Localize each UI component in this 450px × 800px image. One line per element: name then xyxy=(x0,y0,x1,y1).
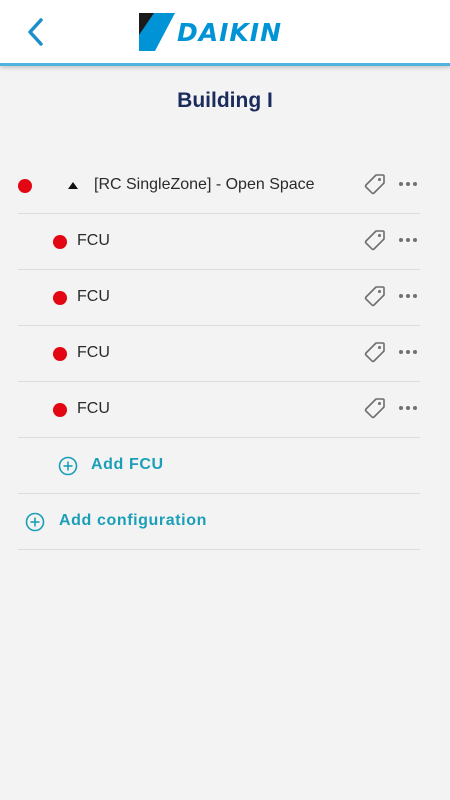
unit-label: FCU xyxy=(77,400,110,417)
tag-icon xyxy=(364,174,385,195)
more-options-button[interactable] xyxy=(398,230,418,250)
more-options-button[interactable] xyxy=(398,174,418,194)
status-dot xyxy=(53,291,67,305)
status-dot xyxy=(53,235,67,249)
more-options-button[interactable] xyxy=(398,342,418,362)
tag-button[interactable] xyxy=(364,285,386,307)
add-configuration-button[interactable]: Add configuration xyxy=(18,494,420,550)
app-header: DAIKIN xyxy=(0,0,450,66)
add-fcu-label: Add FCU xyxy=(91,456,164,473)
tag-icon xyxy=(364,230,385,251)
status-dot xyxy=(18,179,32,193)
logo-text: DAIKIN xyxy=(177,17,282,47)
more-options-button[interactable] xyxy=(398,286,418,306)
unit-label: FCU xyxy=(77,232,110,249)
dot xyxy=(399,350,403,354)
tag-button[interactable] xyxy=(364,173,386,195)
dot xyxy=(406,182,410,186)
add-configuration-label: Add configuration xyxy=(59,512,207,529)
unit-row[interactable]: FCU xyxy=(18,382,420,438)
daikin-logo: DAIKIN xyxy=(139,13,319,51)
tag-button[interactable] xyxy=(364,341,386,363)
unit-row[interactable]: FCU xyxy=(18,270,420,326)
chevron-left-icon xyxy=(28,18,43,46)
more-options-button[interactable] xyxy=(398,398,418,418)
unit-row[interactable]: FCU xyxy=(18,326,420,382)
unit-row[interactable]: FCU xyxy=(18,214,420,270)
dot xyxy=(413,350,417,354)
dot xyxy=(399,294,403,298)
tag-button[interactable] xyxy=(364,397,386,419)
dot xyxy=(413,238,417,242)
dot xyxy=(399,238,403,242)
tag-button[interactable] xyxy=(364,229,386,251)
unit-label: FCU xyxy=(77,288,110,305)
tag-icon xyxy=(364,342,385,363)
add-circle-icon xyxy=(58,456,78,476)
configuration-label: [RC SingleZone] - Open Space xyxy=(94,176,315,193)
dot xyxy=(406,294,410,298)
page-title: Building I xyxy=(177,89,273,112)
status-dot xyxy=(53,347,67,361)
dot xyxy=(413,294,417,298)
configuration-row[interactable]: [RC SingleZone] - Open Space xyxy=(18,158,420,214)
add-circle-icon xyxy=(25,512,45,532)
daikin-logo-mark xyxy=(139,13,175,51)
tag-icon xyxy=(364,398,385,419)
back-button[interactable] xyxy=(18,14,54,50)
dot xyxy=(406,406,410,410)
dot xyxy=(406,350,410,354)
add-fcu-button[interactable]: Add FCU xyxy=(18,438,420,494)
dot xyxy=(406,238,410,242)
tag-icon xyxy=(364,286,385,307)
dot xyxy=(413,406,417,410)
unit-label: FCU xyxy=(77,344,110,361)
configuration-list: [RC SingleZone] - Open Space FCU FCU FCU… xyxy=(18,158,420,550)
status-dot xyxy=(53,403,67,417)
collapse-caret-icon[interactable] xyxy=(68,182,78,189)
dot xyxy=(399,406,403,410)
dot xyxy=(413,182,417,186)
dot xyxy=(399,182,403,186)
